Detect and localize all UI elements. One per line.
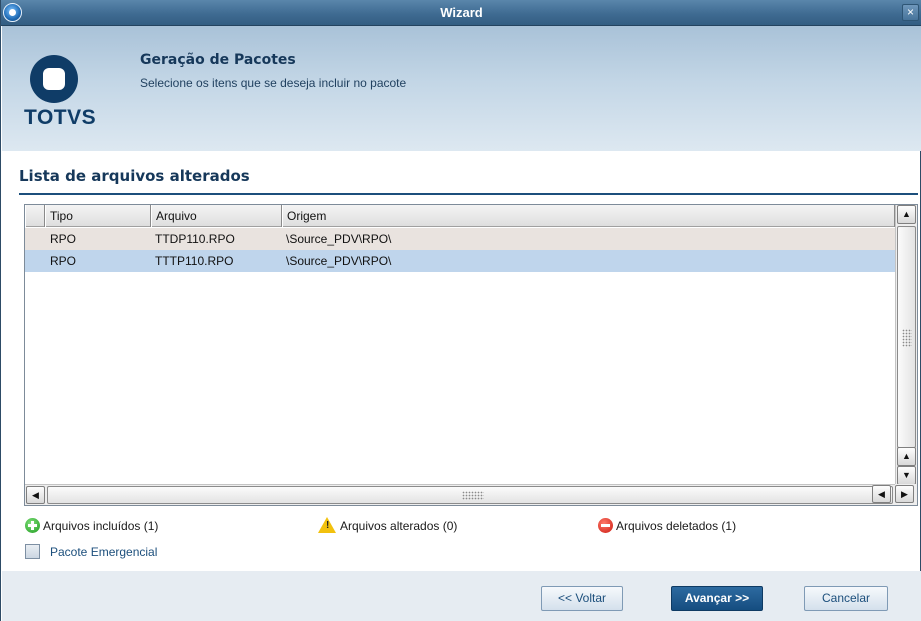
- totvs-logo-icon: [30, 55, 78, 103]
- grid-header-indicator: [25, 205, 45, 227]
- title-bar: Wizard ×: [1, 0, 921, 26]
- scroll-down-icon[interactable]: ▼: [897, 466, 916, 485]
- header-subtitle: Selecione os itens que se deseja incluir…: [140, 76, 407, 90]
- column-header-origem[interactable]: Origem: [282, 205, 895, 227]
- vertical-scrollbar[interactable]: ▲ ▲ ▼: [895, 205, 917, 485]
- emergency-package-checkbox[interactable]: [25, 544, 40, 559]
- plus-circle-icon: [25, 518, 40, 533]
- horizontal-scrollbar[interactable]: ◀: [25, 484, 895, 505]
- files-grid[interactable]: Tipo Arquivo Origem RPO TTDP110.RPO \Sou…: [24, 204, 918, 506]
- wizard-header: TOTVS Geração de Pacotes Selecione os it…: [2, 26, 921, 151]
- header-title: Geração de Pacotes: [140, 52, 296, 68]
- section-title: Lista de arquivos alterados: [19, 167, 250, 185]
- scroll-left-icon[interactable]: ◀: [872, 485, 891, 503]
- legend-deleted: Arquivos deletados (1): [598, 517, 818, 535]
- cell-arquivo: TTTP110.RPO: [155, 254, 234, 268]
- legend-changed-label: Arquivos alterados (0): [340, 519, 458, 533]
- section-divider: [19, 193, 918, 195]
- window-title: Wizard: [440, 5, 483, 20]
- legend-deleted-label: Arquivos deletados (1): [616, 519, 737, 533]
- column-header-arquivo[interactable]: Arquivo: [151, 205, 282, 227]
- scroll-corner: ◀ ▶: [872, 484, 917, 505]
- cell-origem: \Source_PDV\RPO\: [286, 254, 392, 268]
- scroll-up-icon[interactable]: ▲: [897, 205, 916, 224]
- cell-tipo: RPO: [50, 254, 77, 268]
- vertical-scroll-thumb[interactable]: [897, 226, 916, 448]
- legend-included-label: Arquivos incluídos (1): [43, 519, 159, 533]
- scroll-left-icon[interactable]: ◀: [26, 486, 45, 504]
- table-row-selected[interactable]: RPO TTTP110.RPO \Source_PDV\RPO\: [25, 250, 895, 272]
- wizard-window: Wizard × TOTVS Geração de Pacotes Seleci…: [0, 0, 921, 621]
- wizard-footer: << Voltar Avançar >> Cancelar: [2, 571, 921, 621]
- emergency-package-label[interactable]: Pacote Emergencial: [50, 544, 157, 560]
- legend-included: Arquivos incluídos (1): [25, 517, 225, 535]
- cell-tipo: RPO: [50, 232, 77, 246]
- minus-circle-icon: [598, 518, 613, 533]
- cancel-button[interactable]: Cancelar: [804, 586, 888, 611]
- grip-icon: [462, 491, 484, 500]
- legend-changed: ! Arquivos alterados (0): [318, 517, 538, 535]
- scroll-right-icon[interactable]: ▶: [895, 485, 914, 503]
- warning-mark: !: [326, 520, 330, 531]
- column-header-tipo[interactable]: Tipo: [45, 205, 151, 227]
- table-row[interactable]: RPO TTDP110.RPO \Source_PDV\RPO\: [25, 228, 895, 250]
- horizontal-scroll-thumb[interactable]: [47, 486, 893, 504]
- close-button[interactable]: ×: [902, 4, 919, 21]
- cell-arquivo: TTDP110.RPO: [155, 232, 235, 246]
- grip-icon: [902, 329, 912, 347]
- scroll-up-icon[interactable]: ▲: [897, 447, 916, 466]
- cell-origem: \Source_PDV\RPO\: [286, 232, 392, 246]
- logo-text: TOTVS: [24, 106, 97, 129]
- back-button[interactable]: << Voltar: [541, 586, 623, 611]
- next-button[interactable]: Avançar >>: [671, 586, 763, 611]
- grid-header: Tipo Arquivo Origem: [25, 205, 895, 227]
- totvs-logo: TOTVS: [24, 53, 97, 131]
